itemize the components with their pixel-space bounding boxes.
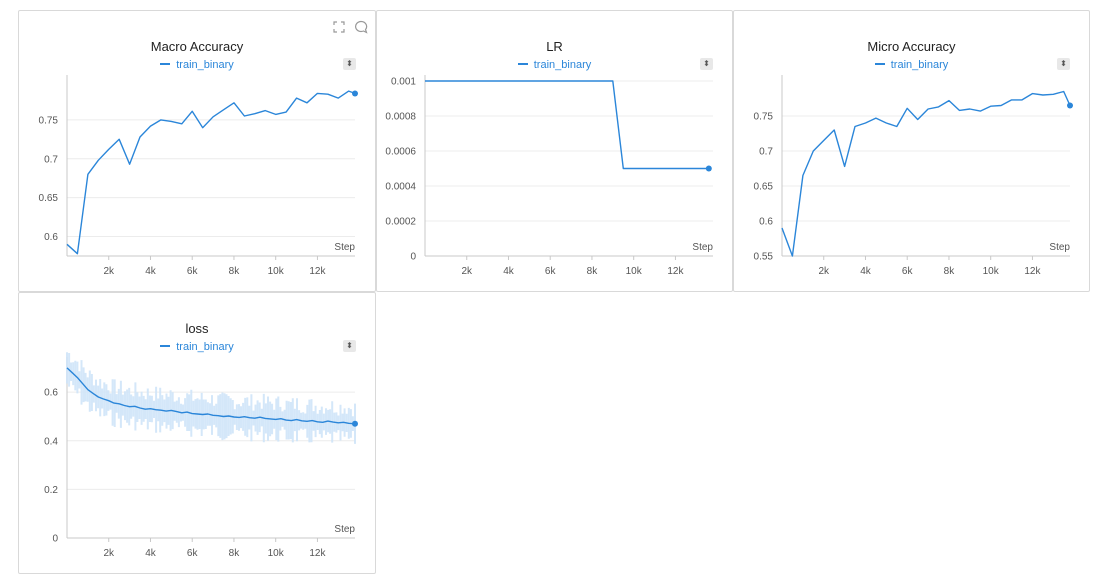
- chart-plot: 0 0.2 0.4 0.6 2k 4k 6k 8k 10k 12k Step: [44, 352, 358, 559]
- chart-panel-loss: loss train_binary ⬍ 0 0.2 0.4 0.6 2k 4k 6k 8k 10…: [18, 292, 376, 574]
- y-tick-label: 0.7: [44, 154, 58, 165]
- x-tick-label: 4k: [860, 266, 872, 277]
- y-tick-label: 0.55: [754, 252, 774, 263]
- y-tick-label: 0.6: [44, 388, 58, 399]
- y-tick-label: 0.7: [759, 147, 773, 158]
- x-tick-label: 6k: [187, 548, 199, 559]
- y-tick-label: 0.65: [39, 193, 59, 204]
- y-tick-label: 0.0004: [385, 182, 416, 193]
- x-tick-label: 10k: [983, 266, 1000, 277]
- y-tick-label: 0: [52, 534, 58, 545]
- x-axis-label: Step: [334, 242, 355, 253]
- y-tick-label: 0.0006: [385, 147, 416, 158]
- y-tick-label: 0.0002: [385, 217, 416, 228]
- y-tick-label: 0.4: [44, 436, 58, 447]
- y-tick-label: 0.75: [39, 115, 59, 126]
- x-tick-label: 8k: [944, 266, 956, 277]
- x-tick-label: 12k: [309, 548, 326, 559]
- x-tick-label: 6k: [187, 266, 199, 277]
- x-tick-label: 2k: [461, 266, 473, 277]
- x-tick-label: 8k: [587, 266, 599, 277]
- x-tick-label: 8k: [229, 266, 241, 277]
- y-tick-label: 0.75: [754, 112, 774, 123]
- series-line: [425, 80, 709, 170]
- x-tick-label: 12k: [1024, 266, 1041, 277]
- x-tick-label: 8k: [229, 548, 241, 559]
- x-tick-label: 6k: [545, 266, 557, 277]
- chart-plot: 0.6 0.65 0.7 0.75 2k 4k 6k 8k 10k 12k Step: [39, 75, 358, 277]
- x-tick-label: 10k: [268, 548, 285, 559]
- chart-panel-macro-accuracy: Macro Accuracy train_binary ⬍ 0.6 0.65 0.7…: [18, 10, 376, 292]
- series-endpoint: [705, 165, 712, 172]
- noise-lines: [66, 352, 356, 444]
- x-tick-label: 6k: [902, 266, 914, 277]
- y-tick-label: 0.6: [759, 217, 773, 228]
- series-endpoint: [352, 90, 358, 97]
- x-tick-label: 4k: [145, 266, 157, 277]
- chart-plot: 0 0.0002 0.0004 0.0006 0.0008 0.001 2k 4k 6k 8k 10…: [385, 75, 713, 277]
- x-tick-label: 10k: [626, 266, 643, 277]
- series-line: [66, 90, 356, 255]
- series-endpoint: [352, 420, 358, 427]
- x-tick-label: 12k: [309, 266, 326, 277]
- x-tick-label: 4k: [145, 548, 157, 559]
- x-axis-label: Step: [334, 524, 355, 535]
- x-axis-label: Step: [1049, 242, 1070, 253]
- y-tick-label: 0.001: [391, 77, 416, 88]
- x-tick-label: 2k: [103, 548, 115, 559]
- x-tick-label: 2k: [103, 266, 115, 277]
- x-tick-label: 2k: [818, 266, 830, 277]
- x-tick-label: 12k: [667, 266, 684, 277]
- x-tick-label: 4k: [503, 266, 515, 277]
- y-tick-label: 0.2: [44, 485, 58, 496]
- y-tick-label: 0.6: [44, 232, 58, 243]
- y-tick-label: 0.65: [754, 182, 774, 193]
- x-axis-label: Step: [692, 242, 713, 253]
- chart-panel-micro-accuracy: Micro Accuracy train_binary ⬍ 0.55 0.6 0.6…: [733, 10, 1090, 292]
- chart-plot: 0.55 0.6 0.65 0.7 0.75 2k 4k 6k 8k 10k 12k Step: [754, 75, 1073, 277]
- y-tick-label: 0.0008: [385, 112, 416, 123]
- y-tick-label: 0: [410, 252, 416, 263]
- raw-noise-band: [66, 352, 356, 444]
- series-endpoint: [1067, 102, 1073, 109]
- chart-panel-lr: LR train_binary ⬍ 0 0.0002 0.0004 0.0006 0.0…: [376, 10, 733, 292]
- x-tick-label: 10k: [268, 266, 285, 277]
